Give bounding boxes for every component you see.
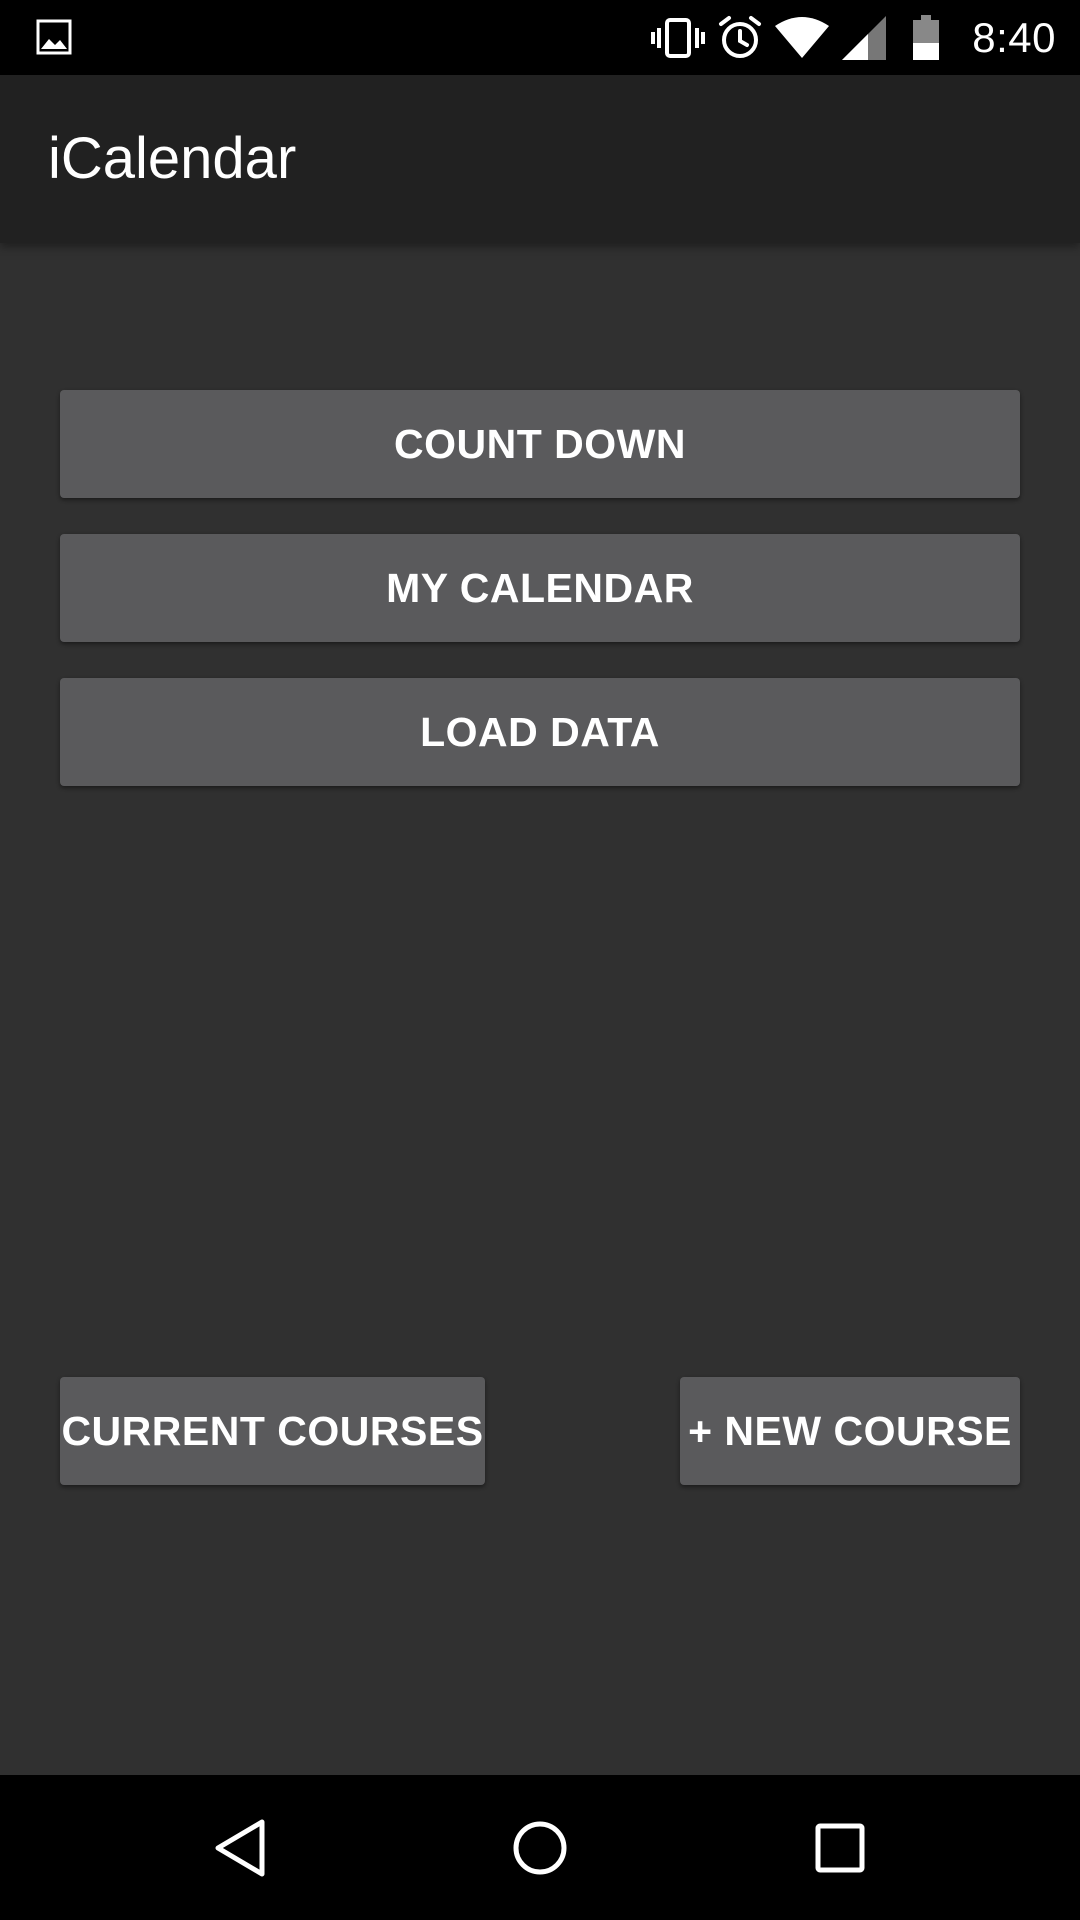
current-courses-button[interactable]: CURRENT COURSES [60, 1377, 485, 1485]
battery-icon [898, 0, 954, 75]
navigation-bar [0, 1775, 1080, 1920]
load-data-button[interactable]: LOAD DATA [60, 678, 1020, 786]
new-course-button[interactable]: + NEW COURSE [680, 1377, 1020, 1485]
app-title: iCalendar [48, 126, 297, 191]
status-bar: 8:40 [0, 0, 1080, 75]
cell-signal-icon [836, 0, 892, 75]
status-clock: 8:40 [972, 13, 1056, 61]
back-icon[interactable] [180, 1775, 300, 1920]
vibrate-icon [650, 0, 706, 75]
status-icons: 8:40 [644, 0, 1056, 75]
recents-icon[interactable] [780, 1775, 900, 1920]
count-down-button[interactable]: COUNT DOWN [60, 390, 1020, 498]
image-icon [36, 19, 72, 55]
alarm-icon [712, 0, 768, 75]
app-screen: 8:40 iCalendar COUNT DOWN MY CALENDAR LO… [0, 0, 1080, 1920]
home-icon[interactable] [480, 1775, 600, 1920]
my-calendar-button[interactable]: MY CALENDAR [60, 534, 1020, 642]
action-bar: iCalendar [0, 75, 1080, 243]
wifi-icon [774, 0, 830, 75]
